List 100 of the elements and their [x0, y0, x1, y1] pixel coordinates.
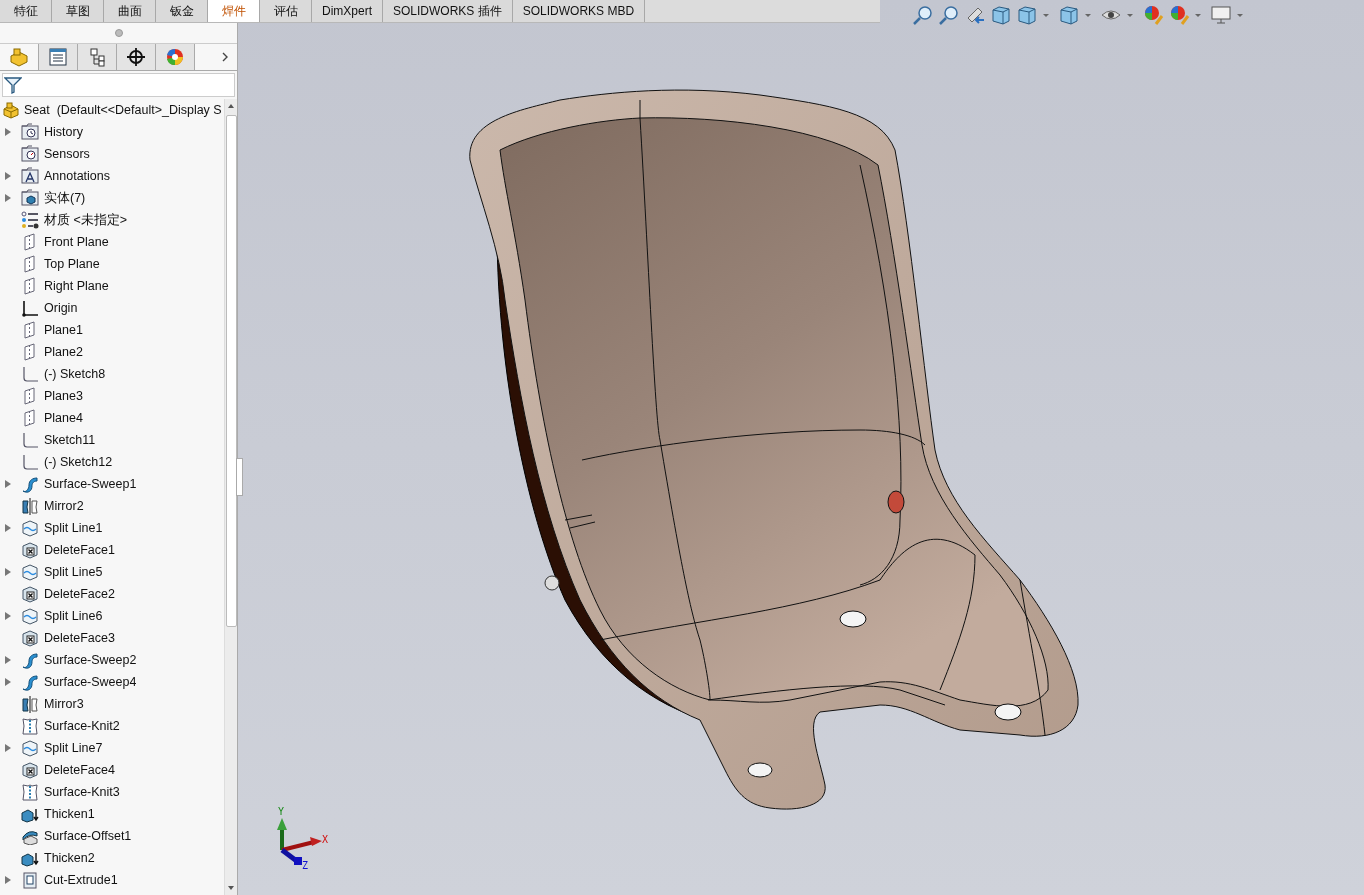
- tree-item[interactable]: DeleteFace2: [44, 587, 115, 601]
- sweep-icon: [21, 475, 39, 493]
- expand-arrow-icon[interactable]: [5, 128, 11, 136]
- tree-item[interactable]: Plane1: [44, 323, 83, 337]
- tree-item[interactable]: 实体(7): [44, 189, 86, 207]
- tree-item[interactable]: Surface-Knit3: [44, 785, 120, 799]
- split-line-icon: [21, 519, 39, 537]
- tree-item[interactable]: Split Line5: [44, 565, 103, 579]
- x-axis-label: X: [322, 834, 329, 845]
- tree-item[interactable]: DeleteFace4: [44, 763, 115, 777]
- tree-item[interactable]: 材质 <未指定>: [44, 211, 128, 229]
- folder-icon: [21, 123, 39, 141]
- tree-item[interactable]: Mirror3: [44, 697, 84, 711]
- folder-icon: [21, 145, 39, 163]
- split-line-icon: [21, 739, 39, 757]
- display-style-icon[interactable]: [1058, 4, 1080, 26]
- tree-item[interactable]: Split Line7: [44, 741, 103, 755]
- expand-arrow-icon[interactable]: [5, 568, 11, 576]
- tree-item[interactable]: Surface-Sweep4: [44, 675, 137, 689]
- tree-item[interactable]: (-) Sketch12: [44, 455, 113, 469]
- sketch-icon: [21, 431, 39, 449]
- tree-item[interactable]: Surface-Sweep1: [44, 477, 137, 491]
- expand-arrow-icon[interactable]: [5, 678, 11, 686]
- knit-icon: [21, 717, 39, 735]
- tree-item[interactable]: Plane2: [44, 345, 83, 359]
- expand-arrow-icon[interactable]: [5, 480, 11, 488]
- expand-arrow-icon[interactable]: [5, 656, 11, 664]
- tree-item[interactable]: Top Plane: [44, 257, 100, 271]
- splitter-handle[interactable]: [236, 458, 243, 496]
- mirror-icon: [21, 695, 39, 713]
- dropdown-caret-icon[interactable]: [1042, 11, 1050, 19]
- tree-item[interactable]: Thicken1: [44, 807, 95, 821]
- tree-item[interactable]: Sensors: [44, 147, 90, 161]
- dropdown-caret-icon[interactable]: [1194, 11, 1202, 19]
- tree-item[interactable]: (-) Sketch8: [44, 367, 106, 381]
- tree-item[interactable]: DeleteFace3: [44, 631, 115, 645]
- panel-tab[interactable]: [117, 44, 156, 70]
- sketch-icon: [21, 453, 39, 471]
- scrollbar[interactable]: [224, 99, 237, 895]
- tree-item[interactable]: Split Line6: [44, 609, 103, 623]
- scroll-thumb[interactable]: [225, 115, 237, 627]
- sweep-icon: [21, 673, 39, 691]
- knit-icon: [21, 783, 39, 801]
- origin-icon: [21, 299, 39, 317]
- dropdown-caret-icon[interactable]: [1126, 11, 1134, 19]
- tree-item[interactable]: Surface-Offset1: [44, 829, 132, 843]
- tree-item[interactable]: DeleteFace1: [44, 543, 115, 557]
- tree-item[interactable]: Surface-Knit2: [44, 719, 120, 733]
- tree-item[interactable]: Plane4: [44, 411, 83, 425]
- material-icon: [21, 211, 39, 229]
- crosshair-icon: [126, 47, 146, 67]
- expand-arrow-icon[interactable]: [5, 876, 11, 884]
- zoom-fit-icon[interactable]: [912, 4, 934, 26]
- tree-item[interactable]: History: [44, 125, 83, 139]
- part-icon: [9, 47, 29, 67]
- cut-extrude-icon: [21, 871, 39, 889]
- tree-item[interactable]: Thicken2: [44, 851, 95, 865]
- filter-icon: [4, 76, 22, 94]
- hierarchy-icon: [87, 47, 107, 67]
- part-icon: [2, 101, 20, 119]
- zoom-area-icon[interactable]: [938, 4, 960, 26]
- folder-icon: [21, 167, 39, 185]
- expand-arrow-icon[interactable]: [5, 194, 11, 202]
- tree-item[interactable]: Cut-Extrude1: [44, 873, 118, 887]
- dropdown-caret-icon[interactable]: [1084, 11, 1092, 19]
- z-axis-label: Z: [302, 860, 309, 871]
- delete-face-icon: [21, 629, 39, 647]
- scroll-up-icon[interactable]: [227, 102, 235, 110]
- expand-arrow-icon[interactable]: [5, 744, 11, 752]
- command-tab[interactable]: 焊件: [208, 0, 260, 22]
- expand-arrow-icon[interactable]: [5, 524, 11, 532]
- sweep-icon: [21, 651, 39, 669]
- filter-field[interactable]: [2, 73, 235, 97]
- tree-item[interactable]: Right Plane: [44, 279, 109, 293]
- edit-appearance-icon[interactable]: [1142, 4, 1164, 26]
- tree-item[interactable]: Mirror2: [44, 499, 84, 513]
- y-axis-label: Y: [278, 806, 285, 817]
- panel-grip[interactable]: [114, 29, 123, 37]
- list-icon: [48, 47, 68, 67]
- tree-item[interactable]: Plane3: [44, 389, 83, 403]
- tree-item[interactable]: Annotations: [44, 169, 111, 183]
- tree-item[interactable]: Origin: [44, 301, 78, 315]
- tree-item[interactable]: Sketch11: [44, 433, 96, 447]
- tree-root-label[interactable]: Seat (Default<<Default>_Display S: [24, 103, 222, 117]
- expand-arrow-icon[interactable]: [5, 172, 11, 180]
- tree-item[interactable]: Surface-Sweep2: [44, 653, 137, 667]
- view-orientation-icon[interactable]: [1016, 4, 1038, 26]
- tree-item[interactable]: Split Line1: [44, 521, 103, 535]
- tree-item[interactable]: Front Plane: [44, 235, 109, 249]
- monitor-icon[interactable]: [1210, 4, 1232, 26]
- dropdown-caret-icon[interactable]: [1236, 11, 1244, 19]
- delete-face-icon: [21, 541, 39, 559]
- scroll-down-icon[interactable]: [227, 884, 235, 892]
- delete-face-icon: [21, 585, 39, 603]
- mirror-icon: [21, 497, 39, 515]
- expand-arrow-icon[interactable]: [5, 612, 11, 620]
- delete-face-icon: [21, 761, 39, 779]
- color-ball-icon: [165, 47, 185, 67]
- sketch-icon: [21, 365, 39, 383]
- split-line-icon: [21, 607, 39, 625]
